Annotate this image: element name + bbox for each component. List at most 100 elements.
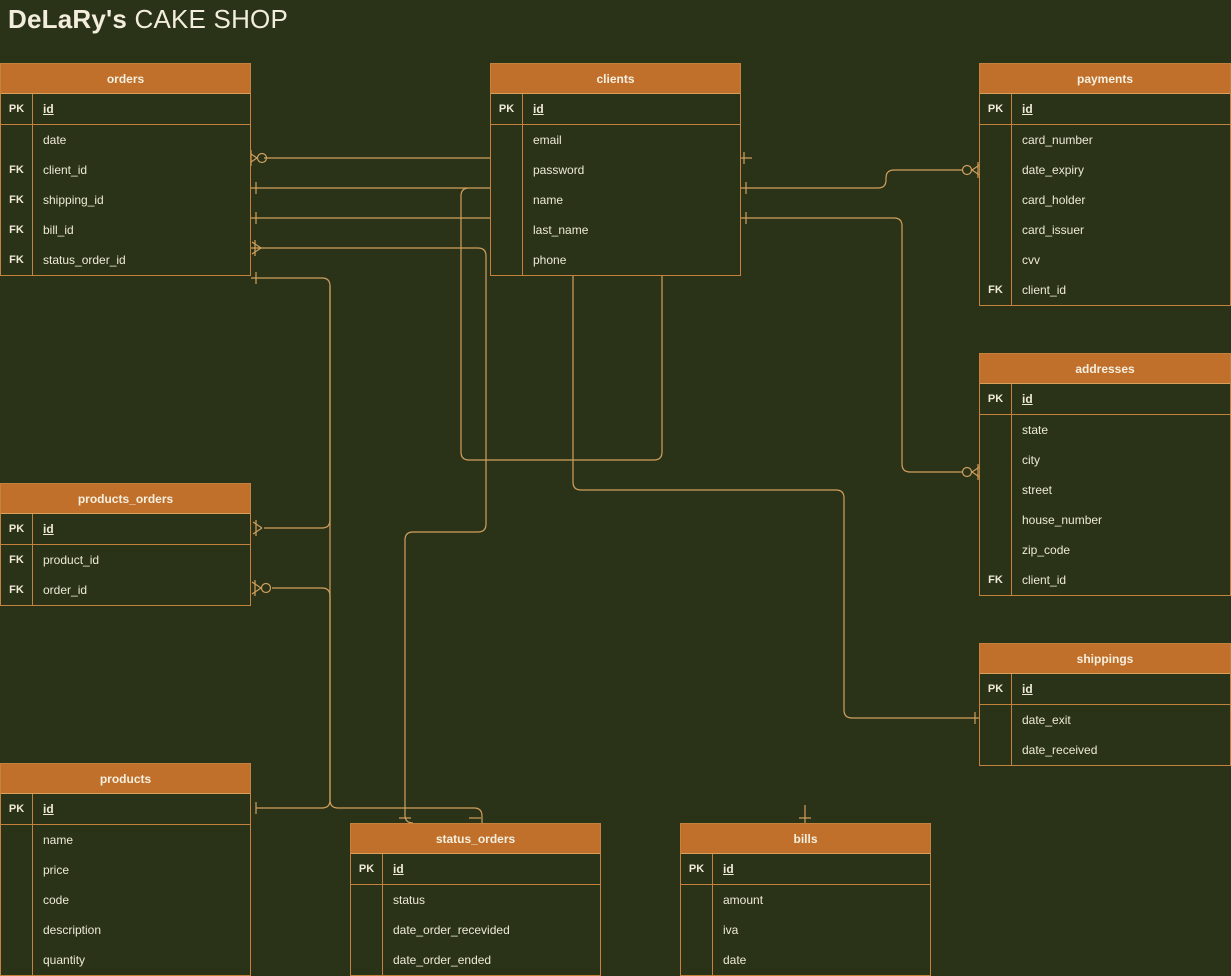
field-row-clients-phone[interactable]: phone bbox=[491, 245, 740, 275]
field-row-clients-last_name[interactable]: last_name bbox=[491, 215, 740, 245]
field-name-text: price bbox=[43, 863, 70, 877]
field-name-orders-date: date bbox=[32, 125, 250, 155]
field-name-orders-client_id: client_id bbox=[32, 155, 250, 185]
field-row-products-id[interactable]: PK id bbox=[1, 794, 250, 824]
attribute-block-bills: amount iva date bbox=[681, 885, 930, 975]
entity-addresses[interactable]: addresses PK id state city street house_number… bbox=[979, 353, 1231, 596]
field-name-text: id bbox=[1022, 682, 1033, 696]
key-label-products-quantity bbox=[1, 945, 32, 975]
key-label-clients-email bbox=[491, 125, 522, 155]
field-row-payments-date_expiry[interactable]: date_expiry bbox=[980, 155, 1230, 185]
field-row-orders-status_order_id[interactable]: FK status_order_id bbox=[1, 245, 250, 275]
field-row-payments-card_holder[interactable]: card_holder bbox=[980, 185, 1230, 215]
primary-key-block-addresses: PK id bbox=[980, 384, 1230, 415]
field-name-text: code bbox=[43, 893, 70, 907]
field-row-orders-client_id[interactable]: FK client_id bbox=[1, 155, 250, 185]
field-row-shippings-date_exit[interactable]: date_exit bbox=[980, 705, 1230, 735]
key-label-addresses-zip_code bbox=[980, 535, 1011, 565]
key-label-addresses-city bbox=[980, 445, 1011, 475]
field-row-orders-id[interactable]: PK id bbox=[1, 94, 250, 124]
entity-payments[interactable]: payments PK id card_number date_expiry card_h… bbox=[979, 63, 1231, 306]
field-row-status_orders-id[interactable]: PK id bbox=[351, 854, 600, 884]
entity-clients[interactable]: clients PK id email password name last_name pho… bbox=[490, 63, 741, 276]
field-name-text: street bbox=[1022, 483, 1053, 497]
field-row-bills-amount[interactable]: amount bbox=[681, 885, 930, 915]
field-row-clients-password[interactable]: password bbox=[491, 155, 740, 185]
field-name-products-code: code bbox=[32, 885, 250, 915]
field-row-payments-card_number[interactable]: card_number bbox=[980, 125, 1230, 155]
field-row-clients-id[interactable]: PK id bbox=[491, 94, 740, 124]
field-row-products_orders-product_id[interactable]: FK product_id bbox=[1, 545, 250, 575]
entity-body-shippings: PK id date_exit date_received bbox=[980, 674, 1230, 765]
field-row-orders-bill_id[interactable]: FK bill_id bbox=[1, 215, 250, 245]
field-row-addresses-zip_code[interactable]: zip_code bbox=[980, 535, 1230, 565]
entity-title-bills: bills bbox=[681, 824, 930, 854]
field-row-addresses-street[interactable]: street bbox=[980, 475, 1230, 505]
primary-key-block-clients: PK id bbox=[491, 94, 740, 125]
field-name-text: date_exit bbox=[1022, 713, 1071, 727]
entity-title-products_orders: products_orders bbox=[1, 484, 250, 514]
entity-bills[interactable]: bills PK id amount iva date bbox=[680, 823, 931, 976]
field-row-addresses-client_id[interactable]: FK client_id bbox=[980, 565, 1230, 595]
field-name-addresses-street: street bbox=[1011, 475, 1230, 505]
field-row-products-name[interactable]: name bbox=[1, 825, 250, 855]
field-row-orders-date[interactable]: date bbox=[1, 125, 250, 155]
field-row-status_orders-date_order_ended[interactable]: date_order_ended bbox=[351, 945, 600, 975]
field-row-payments-id[interactable]: PK id bbox=[980, 94, 1230, 124]
field-name-text: date bbox=[43, 133, 67, 147]
entity-status_orders[interactable]: status_orders PK id status date_order_recevi… bbox=[350, 823, 601, 976]
field-row-payments-cvv[interactable]: cvv bbox=[980, 245, 1230, 275]
field-name-orders-id: id bbox=[32, 94, 250, 124]
field-row-products-quantity[interactable]: quantity bbox=[1, 945, 250, 975]
field-name-payments-cvv: cvv bbox=[1011, 245, 1230, 275]
attribute-block-status_orders: status date_order_recevided date_order_end… bbox=[351, 885, 600, 975]
field-row-status_orders-date_order_recevided[interactable]: date_order_recevided bbox=[351, 915, 600, 945]
key-label-payments-date_expiry bbox=[980, 155, 1011, 185]
field-name-clients-email: email bbox=[522, 125, 740, 155]
field-row-products-code[interactable]: code bbox=[1, 885, 250, 915]
field-row-payments-client_id[interactable]: FK client_id bbox=[980, 275, 1230, 305]
field-row-addresses-state[interactable]: state bbox=[980, 415, 1230, 445]
field-name-text: name bbox=[533, 193, 564, 207]
entity-title-status_orders: status_orders bbox=[351, 824, 600, 854]
entity-shippings[interactable]: shippings PK id date_exit date_received bbox=[979, 643, 1231, 766]
field-row-products-price[interactable]: price bbox=[1, 855, 250, 885]
field-row-bills-date[interactable]: date bbox=[681, 945, 930, 975]
field-name-text: id bbox=[723, 862, 734, 876]
key-label-clients-name bbox=[491, 185, 522, 215]
field-row-addresses-id[interactable]: PK id bbox=[980, 384, 1230, 414]
marker-crowsfoot-orders-bill_id bbox=[251, 240, 262, 256]
field-row-bills-iva[interactable]: iva bbox=[681, 915, 930, 945]
field-row-status_orders-status[interactable]: status bbox=[351, 885, 600, 915]
entity-body-addresses: PK id state city street house_number zip_code F… bbox=[980, 384, 1230, 595]
field-name-products-price: price bbox=[32, 855, 250, 885]
field-row-products_orders-order_id[interactable]: FK order_id bbox=[1, 575, 250, 605]
entity-products[interactable]: products PK id name price code description quan… bbox=[0, 763, 251, 976]
entity-title-clients: clients bbox=[491, 64, 740, 94]
line-orders-bill_id bbox=[251, 247, 487, 824]
key-label-shippings-id: PK bbox=[987, 683, 1004, 695]
field-row-shippings-id[interactable]: PK id bbox=[980, 674, 1230, 704]
field-row-clients-name[interactable]: name bbox=[491, 185, 740, 215]
key-label-clients-id: PK bbox=[498, 103, 515, 115]
entity-products_orders[interactable]: products_orders PK id FK product_id FK order_i… bbox=[0, 483, 251, 606]
field-row-clients-email[interactable]: email bbox=[491, 125, 740, 155]
entity-orders[interactable]: orders PK id date FK client_id FK shipping_id FK… bbox=[0, 63, 251, 276]
key-label-products-price bbox=[1, 855, 32, 885]
field-name-text: card_number bbox=[1022, 133, 1093, 147]
field-row-payments-card_issuer[interactable]: card_issuer bbox=[980, 215, 1230, 245]
field-name-text: id bbox=[533, 102, 544, 116]
key-label-products-code bbox=[1, 885, 32, 915]
field-row-orders-shipping_id[interactable]: FK shipping_id bbox=[1, 185, 250, 215]
field-name-text: city bbox=[1022, 453, 1040, 467]
field-row-bills-id[interactable]: PK id bbox=[681, 854, 930, 884]
key-label-orders-id: PK bbox=[8, 103, 25, 115]
field-row-products-description[interactable]: description bbox=[1, 915, 250, 945]
key-label-products-id: PK bbox=[8, 803, 25, 815]
field-name-text: client_id bbox=[43, 163, 88, 177]
field-row-addresses-city[interactable]: city bbox=[980, 445, 1230, 475]
field-row-addresses-house_number[interactable]: house_number bbox=[980, 505, 1230, 535]
field-row-products_orders-id[interactable]: PK id bbox=[1, 514, 250, 544]
field-row-shippings-date_received[interactable]: date_received bbox=[980, 735, 1230, 765]
attribute-block-orders: date FK client_id FK shipping_id FK bill_id FK s… bbox=[1, 125, 250, 275]
